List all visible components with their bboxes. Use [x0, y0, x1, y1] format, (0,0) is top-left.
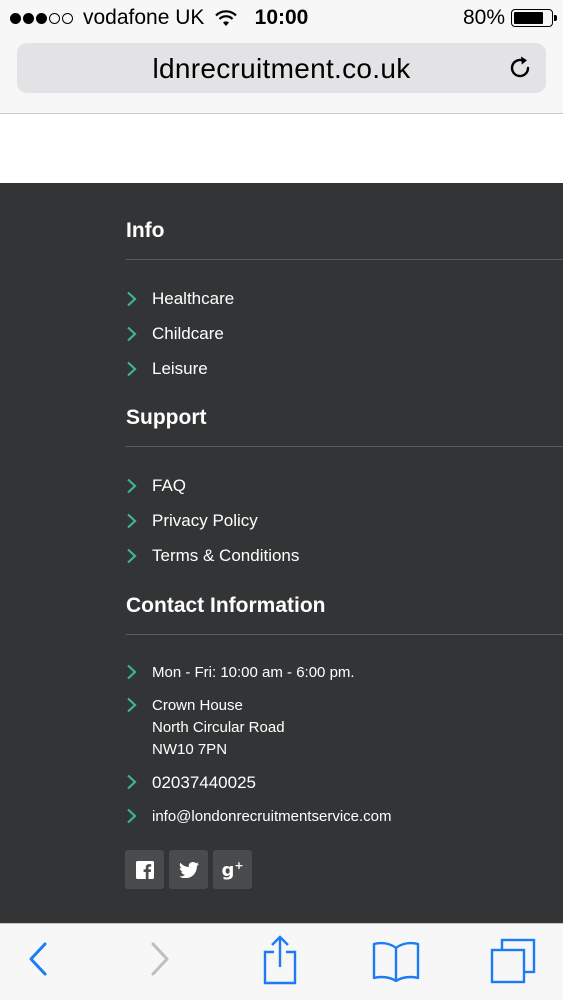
twitter-button[interactable] — [169, 850, 208, 889]
link-label[interactable]: Childcare — [152, 324, 224, 344]
info-divider — [126, 259, 563, 260]
info-heading: Info — [126, 219, 165, 242]
link-label[interactable]: Healthcare — [152, 289, 234, 309]
chevron-right-icon — [126, 697, 138, 713]
contact-divider — [126, 634, 563, 635]
chevron-right-icon — [126, 664, 138, 680]
support-heading: Support — [126, 406, 207, 429]
page-body-top — [0, 114, 563, 183]
bookmarks-icon[interactable] — [372, 940, 420, 982]
status-right: 80% — [462, 6, 557, 30]
battery-percentage: 80% — [462, 6, 505, 29]
tabs-icon[interactable] — [490, 938, 536, 984]
link-healthcare[interactable]: Healthcare — [126, 289, 234, 309]
status-bar: vodafone UK 10:00 80% — [0, 0, 563, 36]
facebook-button[interactable] — [125, 850, 164, 889]
twitter-icon — [178, 861, 199, 878]
chevron-right-icon — [126, 361, 138, 377]
phone-number[interactable]: 02037440025 — [152, 772, 256, 794]
back-arrow-icon[interactable] — [26, 938, 50, 980]
chevron-right-icon — [126, 513, 138, 529]
google-plus-icon: g+ — [221, 858, 244, 881]
share-icon[interactable] — [262, 934, 298, 986]
chevron-right-icon — [126, 326, 138, 342]
link-faq[interactable]: FAQ — [126, 476, 186, 496]
email[interactable]: info@londonrecruitmentservice.com — [126, 806, 392, 828]
link-terms-conditions[interactable]: Terms & Conditions — [126, 546, 299, 566]
chevron-right-icon — [126, 808, 138, 824]
support-divider — [126, 446, 563, 447]
address: Crown House North Circular Road NW10 7PN — [126, 695, 285, 761]
chevron-right-icon — [126, 774, 138, 790]
facebook-icon — [135, 860, 154, 879]
contact-heading: Contact Information — [126, 594, 326, 617]
link-label[interactable]: FAQ — [152, 476, 186, 496]
browser-toolbar — [0, 923, 563, 1000]
link-privacy-policy[interactable]: Privacy Policy — [126, 511, 258, 531]
google-plus-button[interactable]: g+ — [213, 850, 252, 889]
link-childcare[interactable]: Childcare — [126, 324, 224, 344]
site-footer: Info Healthcare Childcare Leisure Suppor… — [0, 183, 563, 923]
opening-hours: Mon - Fri: 10:00 am - 6:00 pm. — [126, 662, 355, 684]
email-address[interactable]: info@londonrecruitmentservice.com — [152, 806, 392, 828]
hours-text: Mon - Fri: 10:00 am - 6:00 pm. — [152, 664, 355, 681]
address-line-2: North Circular Road — [152, 719, 285, 736]
address-line-3: NW10 7PN — [152, 741, 228, 758]
link-label[interactable]: Leisure — [152, 359, 208, 379]
chevron-right-icon — [126, 548, 138, 564]
url-field[interactable]: ldnrecruitment.co.uk — [17, 43, 546, 93]
chevron-right-icon — [126, 478, 138, 494]
address-bar-area: ldnrecruitment.co.uk — [0, 36, 563, 114]
chevron-right-icon — [126, 291, 138, 307]
reload-icon[interactable] — [508, 55, 534, 81]
social-links: g+ — [125, 850, 257, 889]
link-leisure[interactable]: Leisure — [126, 359, 208, 379]
link-label[interactable]: Privacy Policy — [152, 511, 258, 531]
forward-arrow-icon[interactable] — [148, 938, 172, 980]
battery-icon — [511, 9, 557, 27]
url-text[interactable]: ldnrecruitment.co.uk — [17, 53, 546, 85]
address-line-1: Crown House — [152, 697, 243, 714]
link-label[interactable]: Terms & Conditions — [152, 546, 299, 566]
phone[interactable]: 02037440025 — [126, 772, 256, 794]
